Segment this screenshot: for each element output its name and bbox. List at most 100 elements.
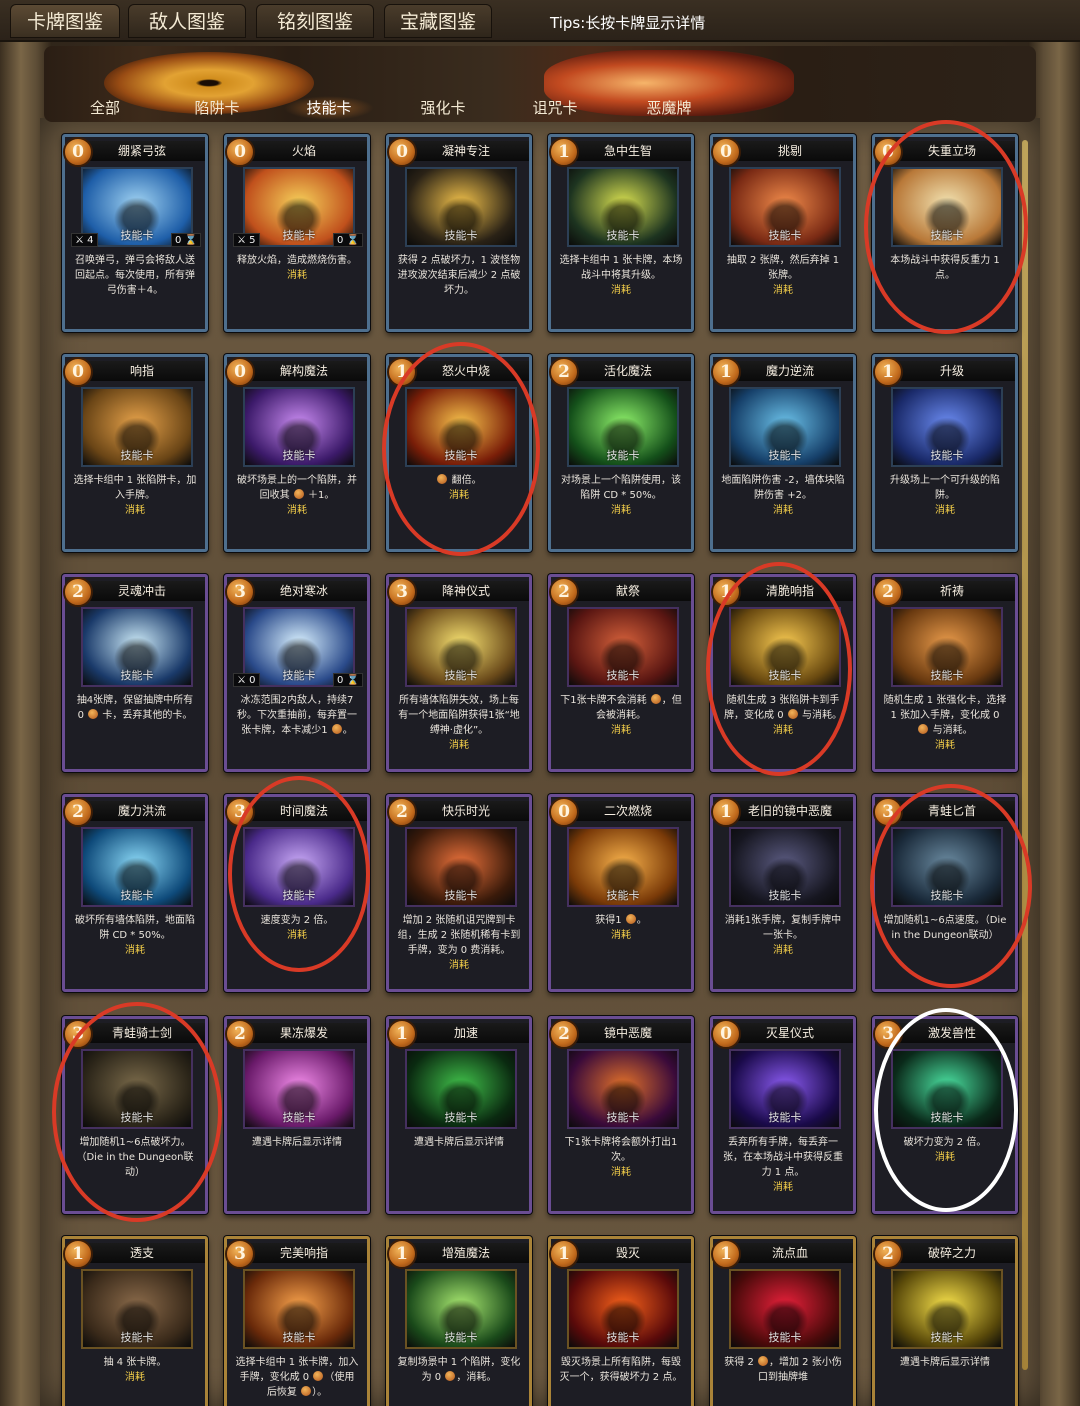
skill-card[interactable]: 0 解构魔法 技能卡 破坏场景上的一个陷阱，并回收其 ＋1。 消耗: [224, 354, 370, 552]
card-title: 绷紧弓弦: [79, 141, 205, 161]
skill-card[interactable]: 0 失重立场 技能卡 本场战斗中获得反重力 1 点。: [872, 134, 1018, 332]
card-cost-badge: 1: [711, 577, 741, 607]
skill-card[interactable]: 0 响指 技能卡 选择卡组中 1 张陷阱卡，加入手牌。 消耗: [62, 354, 208, 552]
card-title: 毁灭: [565, 1243, 691, 1263]
card-type-label: 技能卡: [444, 229, 478, 242]
card-cost-badge: 0: [873, 137, 903, 167]
card-consume-label: 消耗: [287, 930, 307, 941]
skill-card[interactable]: 2 献祭 技能卡 下1张卡牌不会消耗 ，但会被消耗。 消耗: [548, 574, 694, 772]
filter-demon[interactable]: 恶魔牌: [624, 96, 714, 120]
skill-card[interactable]: 1 加速 技能卡 遭遇卡牌后显示详情: [386, 1016, 532, 1214]
card-description: 对场景上一个陷阱使用，该陷阱 CD * 50%。 消耗: [561, 475, 681, 516]
skill-card[interactable]: 3 时间魔法 技能卡 速度变为 2 倍。 消耗: [224, 794, 370, 992]
skill-card[interactable]: 3 青蛙骑士剑 技能卡 增加随机1~6点破坏力。（Die in the Dungeon…: [62, 1016, 208, 1214]
skill-card[interactable]: 0 灭星仪式 技能卡 丢弃所有手牌，每丢弃一张，在本场战斗中获得反重力 1 点。 消耗: [710, 1016, 856, 1214]
card-title: 怒火中烧: [403, 361, 529, 381]
skill-card[interactable]: 0 绷紧弓弦 技能卡 ⚔ 40 ⌛ 召唤弹弓，弹弓会将敌人送回起点。每次使用，所有弹弓伤…: [62, 134, 208, 332]
card-description: 消耗1张手牌，复制手牌中一张卡。 消耗: [721, 913, 845, 958]
skill-card[interactable]: 1 清脆响指 技能卡 随机生成 3 张陷阱卡到手牌，变化成 0 与消耗。 消耗: [710, 574, 856, 772]
card-description: 增加随机1~6点速度。（Die in the Dungeon联动）: [883, 915, 1007, 941]
skill-card[interactable]: 1 流点血 技能卡 获得 2 ，增加 2 张小伤口到抽牌堆: [710, 1236, 856, 1406]
card-type-label: 技能卡: [444, 889, 478, 902]
skill-card[interactable]: 1 升级 技能卡 升级场上一个可升级的陷阱。 消耗: [872, 354, 1018, 552]
skill-card[interactable]: 2 镜中恶魔 技能卡 下1张卡牌将会额外打出1次。 消耗: [548, 1016, 694, 1214]
skill-card[interactable]: 2 祈祷 技能卡 随机生成 1 张强化卡，选择 1 张加入手牌，变化成 0 与消耗。消…: [872, 574, 1018, 772]
card-title: 流点血: [727, 1243, 853, 1263]
card-art: 技能卡: [81, 1269, 193, 1349]
card-consume-label: 消耗: [125, 1372, 145, 1383]
card-description: 选择卡组中 1 张卡牌，本场战斗中将其升级。 消耗: [559, 255, 683, 296]
filter-curse[interactable]: 诅咒卡: [510, 96, 600, 120]
energy-coin-icon: [758, 1356, 768, 1366]
card-description: 随机生成 3 张陷阱卡到手牌，变化成 0 与消耗。 消耗: [721, 693, 845, 738]
tab-treasure-codex[interactable]: 宝藏图鉴: [384, 4, 492, 38]
card-cost-badge: 1: [387, 1239, 417, 1269]
card-type-label: 技能卡: [282, 889, 316, 902]
tab-inscription-codex[interactable]: 铭刻图鉴: [256, 4, 374, 38]
card-art: 技能卡: [891, 827, 1003, 907]
card-cost-badge: 1: [549, 1239, 579, 1269]
card-title: 凝神专注: [403, 141, 529, 161]
skill-card[interactable]: 1 急中生智 技能卡 选择卡组中 1 张卡牌，本场战斗中将其升级。 消耗: [548, 134, 694, 332]
skill-card[interactable]: 1 怒火中烧 技能卡 翻倍。 消耗: [386, 354, 532, 552]
card-description: 增加 2 张随机诅咒牌到卡组，生成 2 张随机稀有卡到手牌，变为 0 费消耗。消…: [397, 915, 521, 971]
skill-card[interactable]: 2 快乐时光 技能卡 增加 2 张随机诅咒牌到卡组，生成 2 张随机稀有卡到手牌，变为…: [386, 794, 532, 992]
skill-card[interactable]: 0 凝神专注 技能卡 获得 2 点破坏力，1 波怪物进攻波次结束后减少 2 点破坏力。: [386, 134, 532, 332]
skill-card[interactable]: 2 破碎之力 技能卡 遭遇卡牌后显示详情: [872, 1236, 1018, 1406]
skill-card[interactable]: 3 激发兽性 技能卡 破坏力变为 2 倍。 消耗: [872, 1016, 1018, 1214]
tab-enemy-codex[interactable]: 敌人图鉴: [128, 4, 246, 38]
card-cost-badge: 1: [711, 1239, 741, 1269]
skill-card[interactable]: 2 魔力洪流 技能卡 破坏所有墙体陷阱，地面陷阱 CD * 50%。 消耗: [62, 794, 208, 992]
skill-card[interactable]: 1 毁灭 技能卡 毁灭场景上所有陷阱，每毁灭一个，获得破坏力 2 点。: [548, 1236, 694, 1406]
card-art: 技能卡: [405, 1269, 517, 1349]
filter-skill[interactable]: 技能卡: [284, 96, 374, 120]
card-consume-label: 消耗: [773, 505, 793, 516]
skill-card[interactable]: 2 灵魂冲击 技能卡 抽4张牌，保留抽牌中所有 0 卡，丢弃其他的卡。: [62, 574, 208, 772]
card-cost-badge: 2: [63, 797, 93, 827]
card-title: 激发兽性: [889, 1023, 1015, 1043]
card-description: 选择卡组中 1 张卡牌，加入手牌，变化成 0 （使用后恢复 ）。: [235, 1357, 359, 1398]
skill-card[interactable]: 1 透支 技能卡抽 4 张卡牌。 消耗: [62, 1236, 208, 1406]
skill-card[interactable]: 1 魔力逆流 技能卡 地面陷阱伤害 -2，墙体块陷阱伤害 +2。 消耗: [710, 354, 856, 552]
skill-card[interactable]: 2 活化魔法 技能卡 对场景上一个陷阱使用，该陷阱 CD * 50%。 消耗: [548, 354, 694, 552]
card-description: 选择卡组中 1 张陷阱卡，加入手牌。 消耗: [73, 475, 197, 516]
card-title: 清脆响指: [727, 581, 853, 601]
skill-card[interactable]: 3 完美响指 技能卡 选择卡组中 1 张卡牌，加入手牌，变化成 0 （使用后恢复 ）。: [224, 1236, 370, 1406]
card-consume-label: 消耗: [935, 740, 955, 751]
card-cost-badge: 2: [63, 577, 93, 607]
card-art: 技能卡: [567, 827, 679, 907]
card-type-label: 技能卡: [282, 449, 316, 462]
skill-card[interactable]: 1 老旧的镜中恶魔 技能卡 消耗1张手牌，复制手牌中一张卡。 消耗: [710, 794, 856, 992]
stat-left: ⚔ 4: [71, 233, 98, 247]
card-description: 破坏所有墙体陷阱，地面陷阱 CD * 50%。 消耗: [75, 915, 195, 956]
card-description: 本场战斗中获得反重力 1 点。: [890, 255, 1000, 281]
card-description: 速度变为 2 倍。 消耗: [235, 913, 359, 943]
card-title: 活化魔法: [565, 361, 691, 381]
skill-card[interactable]: 2 果冻爆发 技能卡 遭遇卡牌后显示详情: [224, 1016, 370, 1214]
card-description: 所有墙体陷阱失效，场上每有一个地面陷阱获得1张“地缚神·虚化”。 消耗: [398, 695, 520, 751]
skill-card[interactable]: 1 增殖魔法 技能卡 复制场景中 1 个陷阱，变化为 0 ，消耗。: [386, 1236, 532, 1406]
skill-card[interactable]: 3 绝对寒冰 技能卡 ⚔ 00 ⌛ 冰冻范围2内敌人，持续7秒。下次重抽前，每弃置一张卡…: [224, 574, 370, 772]
card-type-label: 技能卡: [768, 889, 802, 902]
card-cost-badge: 1: [549, 137, 579, 167]
card-art: 技能卡: [405, 1049, 517, 1129]
skill-card[interactable]: 3 降神仪式 技能卡 所有墙体陷阱失效，场上每有一个地面陷阱获得1张“地缚神·虚化”。…: [386, 574, 532, 772]
skill-card[interactable]: 3 青蛙匕首 技能卡 增加随机1~6点速度。（Die in the Dungeon联动…: [872, 794, 1018, 992]
filter-enhance[interactable]: 强化卡: [398, 96, 488, 120]
card-type-label: 技能卡: [606, 1331, 640, 1344]
card-type-label: 技能卡: [606, 229, 640, 242]
card-title: 解构魔法: [241, 361, 367, 381]
scrollbar[interactable]: [1022, 140, 1028, 1370]
skill-card[interactable]: 0 火焰 技能卡 ⚔ 50 ⌛ 释放火焰，造成燃烧伤害。 消耗: [224, 134, 370, 332]
energy-coin-icon: [301, 1386, 312, 1396]
skill-card[interactable]: 0 挑剔 技能卡 抽取 2 张牌，然后弃掉 1 张牌。 消耗: [710, 134, 856, 332]
card-description: 翻倍。 消耗: [397, 473, 521, 503]
energy-coin-icon: [437, 474, 448, 484]
card-art: 技能卡: [243, 1269, 355, 1349]
skill-card[interactable]: 0 二次燃烧 技能卡 获得1 。消耗: [548, 794, 694, 992]
tab-card-codex[interactable]: 卡牌图鉴: [10, 4, 120, 38]
card-consume-label: 消耗: [287, 505, 307, 516]
filter-all[interactable]: 全部: [60, 96, 150, 120]
filter-trap[interactable]: 陷阱卡: [172, 96, 262, 120]
card-description: 增加随机1~6点破坏力。（Die in the Dungeon联动）: [76, 1137, 194, 1178]
